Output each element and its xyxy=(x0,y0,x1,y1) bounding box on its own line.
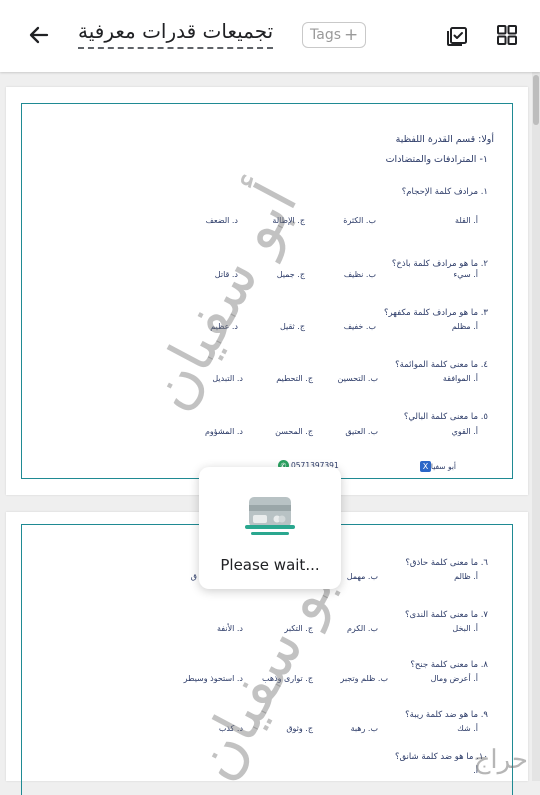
question-9: ٩. ما هو ضد كلمة ريبة؟ xyxy=(405,710,488,720)
option: د. الضعف xyxy=(205,216,238,225)
question-6: ٦. ما معنى كلمة حاذق؟ xyxy=(405,558,488,568)
option: أ. سيء xyxy=(453,270,478,279)
option: د. المشؤوم xyxy=(204,427,243,436)
loading-label: Please wait... xyxy=(220,556,320,574)
scrollbar-thumb[interactable] xyxy=(533,75,539,125)
tags-button[interactable]: Tags + xyxy=(302,22,367,48)
section-subheading: ١- المترادفات والمتضادات xyxy=(385,154,488,165)
option: أ. شك xyxy=(457,724,478,733)
option: أ. أعرض ومال xyxy=(430,674,478,683)
question-7: ٧. ما معنى كلمة الندى؟ xyxy=(404,610,488,620)
question-8: ٨. ما معنى كلمة جنح؟ xyxy=(410,660,488,670)
document-page-1: أولا: قسم القدرة اللفظية ١- المترادفات و… xyxy=(6,87,528,495)
option: أ. مظلم xyxy=(451,322,478,331)
select-button[interactable] xyxy=(443,20,473,50)
option: ب. خفيف xyxy=(343,322,376,331)
section-heading: أولا: قسم القدرة اللفظية xyxy=(395,134,494,145)
option: ج. ثقيل xyxy=(280,322,305,331)
question-1: ١. مرادف كلمة الإحجام؟ xyxy=(401,187,488,197)
top-app-bar: تجميعات قدرات معرفية Tags + xyxy=(0,0,540,72)
grid-icon xyxy=(497,25,517,45)
document-title[interactable]: تجميعات قدرات معرفية xyxy=(78,18,274,49)
option: ب. الكثرة xyxy=(343,216,376,225)
option: ب. التحسين xyxy=(337,374,379,383)
card-payment-icon xyxy=(245,497,295,535)
option: ج. المحسن xyxy=(275,427,313,436)
option: ج. التكبر xyxy=(284,624,313,633)
x-logo-icon: X xyxy=(420,461,431,472)
option: ج. وثوق xyxy=(286,724,313,733)
option: ب. رهبة xyxy=(350,724,378,733)
grid-view-button[interactable] xyxy=(492,20,522,50)
back-button[interactable] xyxy=(24,20,54,50)
option: ج. التحطيم xyxy=(276,374,313,383)
option: ج. توارى وذهب xyxy=(262,674,313,683)
option: ب. نظيف xyxy=(343,270,376,279)
checkbox-stack-icon xyxy=(447,27,467,46)
option: د. عظيم xyxy=(210,322,238,331)
option: أ. الموافقة xyxy=(442,374,478,383)
option: أ. القلة xyxy=(455,216,478,225)
option: ق xyxy=(190,572,197,581)
plus-icon: + xyxy=(344,25,359,45)
option: ج. الإطالة xyxy=(272,216,305,225)
option: أ. القوي xyxy=(451,427,478,436)
option: ب. مهمل xyxy=(346,572,378,581)
option: د. قاتل xyxy=(214,270,238,279)
corner-watermark-logo: حراج xyxy=(473,745,528,775)
scrollbar-track[interactable] xyxy=(532,72,540,781)
option: ج. جميل xyxy=(276,270,305,279)
question-2: ٢. ما هو مرادف كلمة باذخ؟ xyxy=(391,259,488,269)
option: ب. العتيق xyxy=(345,427,378,436)
option: د. الأنفة xyxy=(217,624,243,633)
option: أ. البخل xyxy=(452,624,478,633)
back-arrow-icon xyxy=(29,26,49,44)
question-4: ٤. ما معنى كلمة الموائمة؟ xyxy=(395,360,488,370)
option: ب. ظلم وتجبر xyxy=(340,674,388,683)
option: أ. ظالم xyxy=(454,572,478,581)
question-3: ٣. ما هو مرادف كلمة مكفهر؟ xyxy=(383,308,488,318)
option: د. كذب xyxy=(218,724,243,733)
option: د. التبديل xyxy=(212,374,243,383)
option: ب. الكرم xyxy=(346,624,378,633)
question-5: ٥. ما معنى كلمة البالي؟ xyxy=(403,412,488,422)
tags-label: Tags xyxy=(310,27,341,43)
option: د. استحوذ وسيطر xyxy=(183,674,243,683)
loading-dialog: Please wait... xyxy=(199,467,341,589)
